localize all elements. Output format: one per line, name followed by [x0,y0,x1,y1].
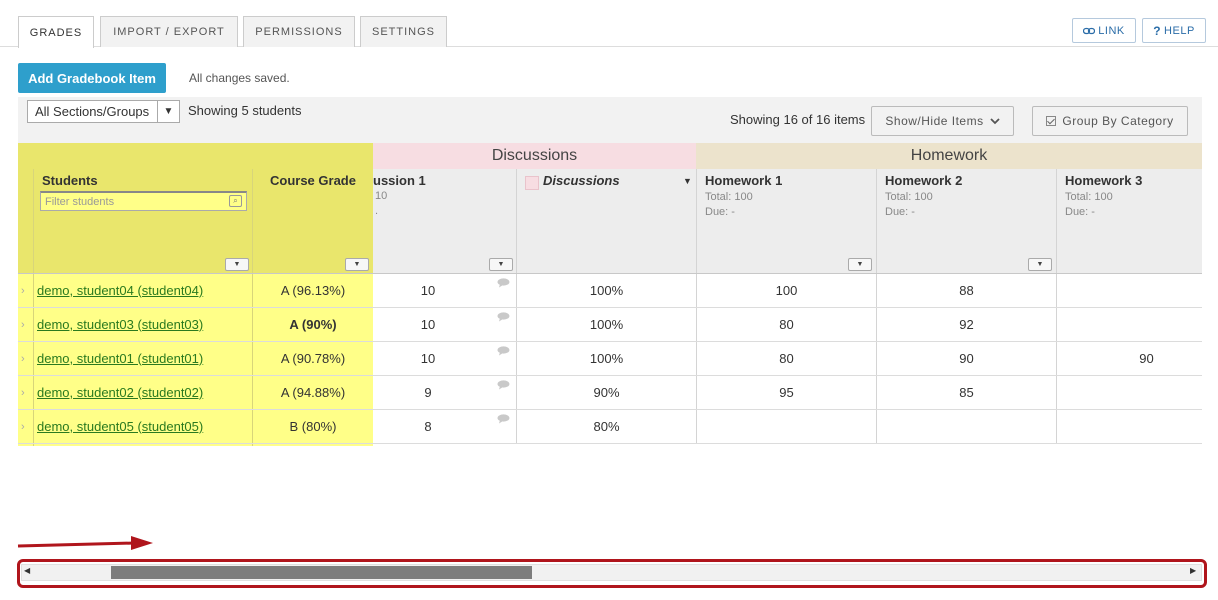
annotation-arrow-icon [17,536,153,550]
students-column-header: Students [42,173,98,188]
course-grade-column-header: Course Grade [270,173,356,188]
homework-3-score-cell[interactable] [1057,375,1218,409]
discussions-category-column-header: Discussions [543,173,620,188]
section-select-value: All Sections/Groups [35,104,150,119]
discussion-1-due: . [375,205,379,217]
category-header-homework: Homework [696,143,1202,169]
question-mark-icon: ? [1153,23,1162,38]
scrollbar-thumb[interactable] [111,566,532,579]
row-expand-icon[interactable]: › [21,421,25,433]
course-grade-cell: A (94.88%) [280,384,346,400]
speech-bubble-icon[interactable] [497,278,510,288]
discussion-1-total: 10 [375,190,388,202]
discussion-1-score-cell[interactable]: 10 [373,273,483,307]
section-group-select[interactable]: All Sections/Groups ▼ [27,100,180,123]
homework-2-score-cell[interactable]: 85 [877,375,1056,409]
help-button-label: HELP [1164,24,1195,37]
tab-grades[interactable]: GRADES [18,16,94,48]
tab-permissions[interactable]: PERMISSIONS [243,16,355,47]
discussion-1-score-cell[interactable]: 8 [373,409,483,443]
row-expand-icon[interactable]: › [21,387,25,399]
speech-bubble-icon[interactable] [497,312,510,322]
homework-1-score-cell[interactable]: 80 [697,307,876,341]
discussions-category-cell: 100% [589,316,624,332]
homework-2-score-cell[interactable] [877,409,1056,443]
homework-3-score-cell[interactable] [1057,273,1218,307]
row-expand-icon[interactable]: › [21,353,25,365]
homework-2-menu-toggle[interactable]: ▼ [1028,258,1052,271]
homework-1-total: Total: 100 [705,191,753,203]
homework-2-score-cell[interactable]: 90 [877,341,1056,375]
row-expand-icon[interactable]: › [21,319,25,331]
discussion-1-score-cell[interactable]: 9 [373,375,483,409]
student-link[interactable]: demo, student01 (student01) [37,341,203,375]
homework-1-menu-toggle[interactable]: ▼ [848,258,872,271]
course-grade-cell: A (96.13%) [280,282,346,298]
student-link[interactable]: demo, student05 (student05) [37,409,203,443]
homework-3-due: Due: - [1065,206,1095,218]
discussions-category-cell: 80% [593,418,620,434]
speech-bubble-icon[interactable] [497,346,510,356]
homework-3-score-cell[interactable] [1057,307,1218,341]
homework-2-total: Total: 100 [885,191,933,203]
homework-3-score-cell[interactable] [1057,409,1202,443]
link-button[interactable]: LINK [1072,18,1136,43]
student-link[interactable]: demo, student03 (student03) [37,307,203,341]
caret-down-icon[interactable]: ▼ [683,176,692,186]
save-status-text: All changes saved. [189,71,290,85]
homework-3-column-header: Homework 3 [1065,173,1143,188]
homework-1-score-cell[interactable]: 80 [697,341,876,375]
scroll-right-arrow-icon[interactable]: ▶ [1190,566,1196,575]
speech-bubble-icon[interactable] [497,380,510,390]
student-link[interactable]: demo, student04 (student04) [37,273,203,307]
course-grade-cell: A (90.78%) [280,350,346,366]
student-link[interactable]: demo, student02 (student02) [37,375,203,409]
category-color-swatch [525,176,539,190]
row-divider [18,443,1202,444]
discussions-category-cell: 90% [593,384,620,400]
discussions-category-cell: 100% [589,282,624,298]
discussion-1-menu-toggle[interactable]: ▼ [489,258,513,271]
homework-1-score-cell[interactable]: 100 [697,273,876,307]
homework-2-due: Due: - [885,206,915,218]
homework-2-score-cell[interactable]: 92 [877,307,1056,341]
course-grade-menu-toggle[interactable]: ▼ [345,258,369,271]
category-header-discussions: Discussions [373,143,696,169]
homework-1-due: Due: - [705,206,735,218]
course-grade-cell: B (80%) [289,418,337,434]
show-hide-items-button[interactable]: Show/Hide Items [871,106,1014,136]
showing-students-count: Showing 5 students [188,103,302,118]
row-expand-icon[interactable]: › [21,285,25,297]
homework-1-column-header: Homework 1 [705,173,783,188]
chain-link-icon [1083,27,1096,34]
group-by-category-button[interactable]: Group By Category [1032,106,1188,136]
filter-students-input[interactable] [40,191,247,211]
speech-bubble-icon[interactable] [497,414,510,424]
tab-import-export[interactable]: IMPORT / EXPORT [100,16,238,47]
discussions-category-cell: 100% [589,350,624,366]
discussion-1-column-header: ussion 1 [373,173,426,188]
chevron-down-icon [989,117,1000,124]
caret-down-icon: ▼ [157,101,179,122]
homework-1-score-cell[interactable]: 95 [697,375,876,409]
tab-settings[interactable]: SETTINGS [360,16,447,47]
homework-2-column-header: Homework 2 [885,173,963,188]
group-by-label: Group By Category [1062,114,1174,128]
course-grade-cell: A (90%) [289,316,337,332]
homework-3-score-cell[interactable]: 90 [1057,341,1218,375]
homework-1-score-cell[interactable] [697,409,876,443]
show-hide-label: Show/Hide Items [885,114,984,128]
add-gradebook-item-button[interactable]: Add Gradebook Item [18,63,166,93]
homework-2-score-cell[interactable]: 88 [877,273,1056,307]
showing-items-count: Showing 16 of 16 items [730,112,866,127]
help-button[interactable]: ? HELP [1142,18,1206,43]
filter-icon[interactable]: ⌕ [229,195,242,207]
homework-3-total: Total: 100 [1065,191,1113,203]
discussion-1-score-cell[interactable]: 10 [373,307,483,341]
scroll-left-arrow-icon[interactable]: ◀ [24,566,30,575]
students-column-menu-toggle[interactable]: ▼ [225,258,249,271]
checkbox-icon [1046,116,1057,126]
discussion-1-score-cell[interactable]: 10 [373,341,483,375]
link-button-label: LINK [1098,24,1125,37]
